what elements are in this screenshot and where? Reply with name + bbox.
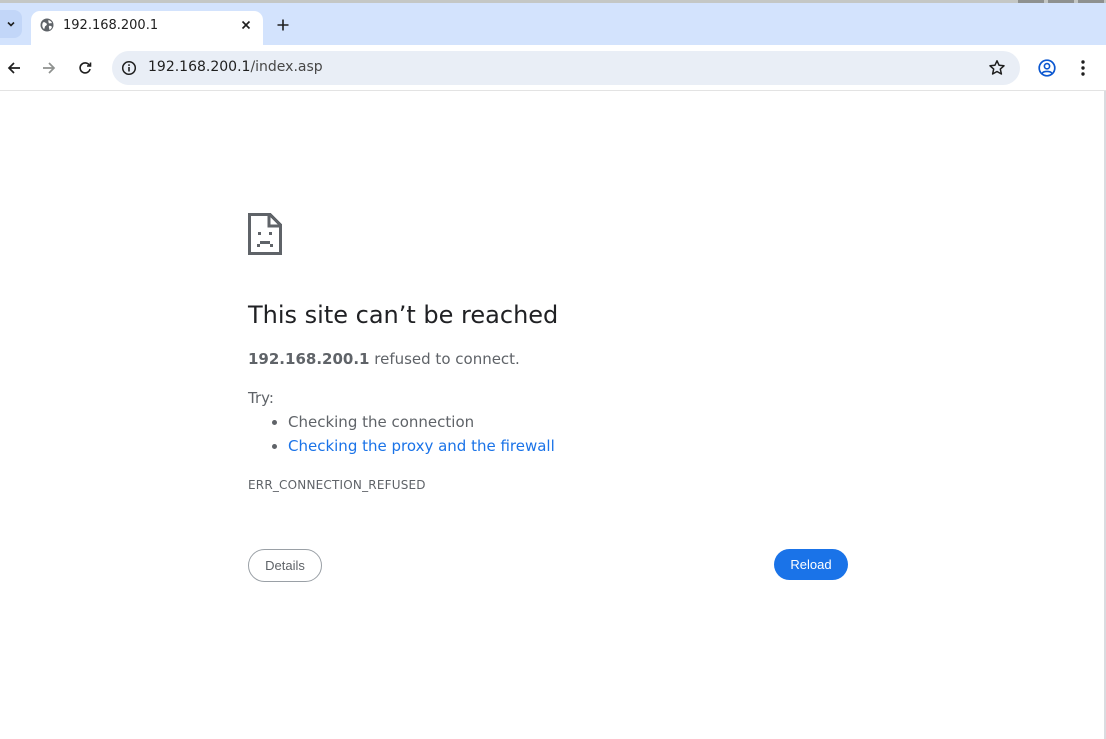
error-heading: This site can’t be reached (248, 301, 559, 329)
details-button[interactable]: Details (248, 549, 322, 582)
tab-strip: 192.168.200.1 (0, 0, 1106, 45)
more-vert-icon (1081, 60, 1085, 76)
new-tab-button[interactable] (272, 14, 294, 36)
globe-icon (40, 18, 54, 32)
window-top-border (0, 0, 1106, 3)
tab-active[interactable]: 192.168.200.1 (31, 11, 263, 45)
forward-button[interactable] (37, 56, 61, 80)
close-icon (241, 20, 251, 30)
suggestion-list: Checking the connection Checking the pro… (270, 413, 555, 461)
address-url[interactable]: 192.168.200.1/index.asp (148, 59, 323, 75)
error-code: ERR_CONNECTION_REFUSED (248, 478, 426, 492)
minimize-window-button[interactable] (1018, 0, 1044, 3)
arrow-left-icon (7, 62, 20, 74)
tab-close-button[interactable] (237, 16, 255, 34)
suggestion-check-connection: Checking the connection (270, 413, 555, 437)
try-label: Try: (248, 389, 274, 407)
star-icon[interactable] (988, 59, 1006, 77)
suggestion-check-proxy-firewall: Checking the proxy and the firewall (270, 437, 555, 461)
plus-icon (277, 19, 289, 31)
menu-button[interactable] (1071, 56, 1095, 80)
back-button[interactable] (2, 56, 26, 80)
sad-page-icon (248, 213, 282, 255)
address-path: /index.asp (250, 59, 323, 75)
browser-toolbar: 192.168.200.1/index.asp (0, 45, 1106, 91)
close-window-button[interactable] (1078, 0, 1104, 3)
address-bar[interactable]: 192.168.200.1/index.asp (112, 51, 1020, 85)
reload-button[interactable]: Reload (774, 549, 848, 580)
tab-search-button[interactable] (0, 10, 22, 38)
maximize-window-button[interactable] (1048, 0, 1074, 3)
reload-page-button[interactable] (73, 56, 97, 80)
site-info-icon[interactable] (121, 60, 137, 76)
account-circle-icon (1038, 59, 1056, 77)
error-summary: 192.168.200.1 refused to connect. (248, 350, 520, 368)
profile-button[interactable] (1035, 56, 1059, 80)
tab-title: 192.168.200.1 (63, 18, 159, 33)
arrow-right-icon (43, 62, 56, 74)
browser-window: 192.168.200.1 192.168.200.1/index.asp Th… (0, 0, 1106, 739)
reload-icon (79, 62, 92, 74)
address-host: 192.168.200.1 (148, 59, 251, 75)
proxy-firewall-link[interactable]: Checking the proxy and the firewall (288, 437, 555, 455)
chevron-down-icon (7, 21, 15, 27)
error-message: refused to connect. (374, 350, 520, 368)
error-host: 192.168.200.1 (248, 350, 370, 368)
